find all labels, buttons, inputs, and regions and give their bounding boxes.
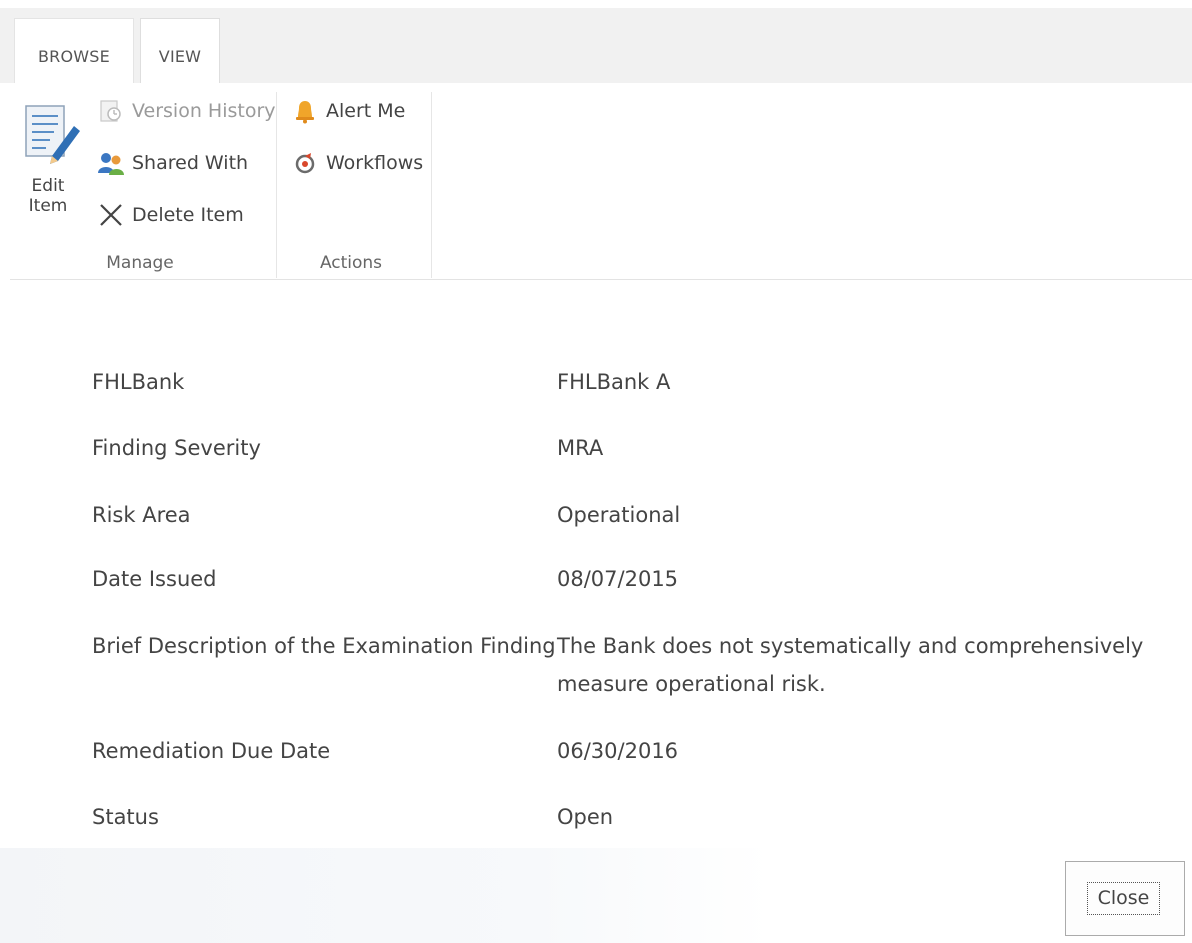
close-button[interactable]: Close xyxy=(1065,861,1185,936)
bell-icon xyxy=(290,96,320,126)
group-label-manage: Manage xyxy=(106,253,174,273)
shared-with-button[interactable]: Shared With xyxy=(96,148,248,178)
field-value-fhlbank: FHLBank A xyxy=(557,370,671,394)
version-history-icon xyxy=(96,96,126,126)
group-label-actions: Actions xyxy=(319,253,383,273)
field-value-date-issued: 08/07/2015 xyxy=(557,567,679,591)
edit-item-icon xyxy=(22,104,82,170)
field-label-brief-description: Brief Description of the Examination Fin… xyxy=(92,634,556,658)
version-history-button[interactable]: Version History xyxy=(96,96,276,126)
version-history-label: Version History xyxy=(132,100,276,122)
alert-me-label: Alert Me xyxy=(326,100,406,122)
field-value-finding-severity: MRA xyxy=(557,436,604,460)
field-value-remediation-due-date: 06/30/2016 xyxy=(557,739,679,763)
alert-me-button[interactable]: Alert Me xyxy=(290,96,405,126)
dialog-footer xyxy=(0,848,770,943)
tab-view[interactable]: VIEW xyxy=(140,18,220,83)
field-value-risk-area: Operational xyxy=(557,503,681,527)
group-separator xyxy=(431,92,432,278)
field-label-risk-area: Risk Area xyxy=(92,503,191,527)
delete-item-button[interactable]: Delete Item xyxy=(96,200,244,230)
close-button-label: Close xyxy=(1087,882,1160,915)
field-label-fhlbank: FHLBank xyxy=(92,370,185,394)
delete-x-icon xyxy=(96,200,126,230)
field-label-remediation-due-date: Remediation Due Date xyxy=(92,739,331,763)
group-separator xyxy=(276,92,277,278)
field-value-brief-description: The Bank does not systematically and com… xyxy=(557,634,1144,696)
delete-item-label: Delete Item xyxy=(132,204,244,226)
workflows-button[interactable]: Workflows xyxy=(290,148,423,178)
workflows-label: Workflows xyxy=(326,152,424,174)
field-label-finding-severity: Finding Severity xyxy=(92,436,261,460)
edit-item-button[interactable]: Edit Item xyxy=(22,104,82,216)
field-label-date-issued: Date Issued xyxy=(92,567,217,591)
field-value-status: Open xyxy=(557,805,614,829)
shared-with-icon xyxy=(96,148,126,178)
workflows-icon xyxy=(290,148,320,178)
edit-item-label: Edit Item xyxy=(28,176,68,216)
field-label-status: Status xyxy=(92,805,159,829)
shared-with-label: Shared With xyxy=(132,152,249,174)
tab-browse[interactable]: BROWSE xyxy=(14,18,134,83)
